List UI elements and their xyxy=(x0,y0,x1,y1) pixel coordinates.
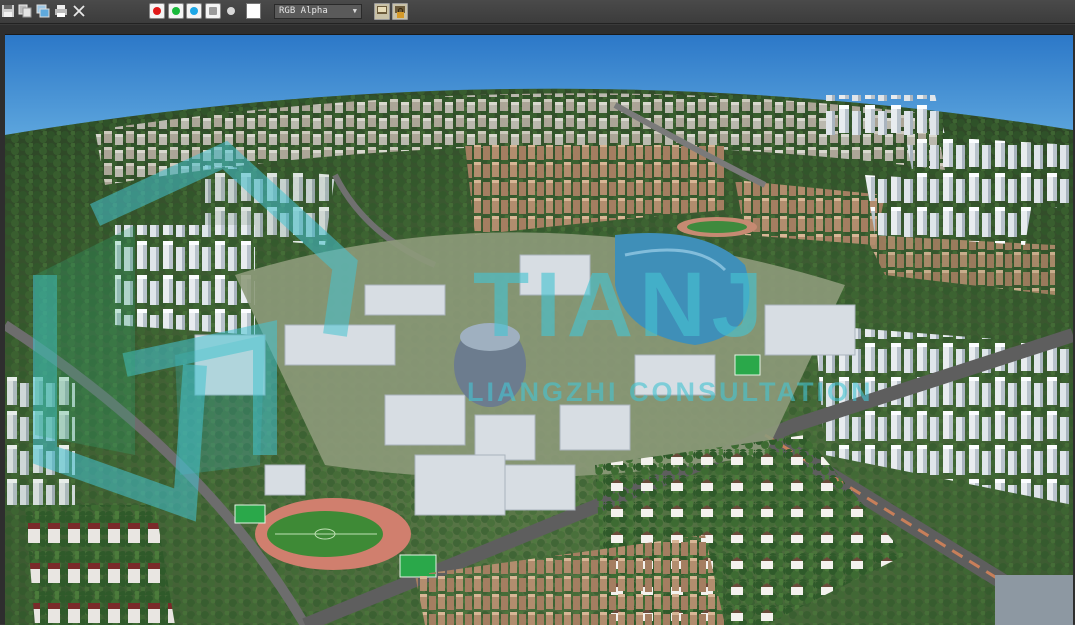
channel-display-select[interactable]: RGB Alpha ▼ xyxy=(274,4,362,19)
lock-image-icon[interactable] xyxy=(392,3,408,20)
blue-channel-toggle[interactable] xyxy=(186,3,202,19)
red-channel-icon xyxy=(153,7,161,15)
mono-channel-icon xyxy=(209,7,217,15)
green-channel-icon xyxy=(172,7,180,15)
copy-icon[interactable] xyxy=(17,3,33,19)
print-icon[interactable] xyxy=(53,3,69,19)
save-icon[interactable] xyxy=(0,3,16,19)
watermark-brand: TIANJ xyxy=(473,254,769,356)
blue-channel-icon xyxy=(190,7,198,15)
green-channel-toggle[interactable] xyxy=(168,3,184,19)
red-channel-toggle[interactable] xyxy=(149,3,165,19)
alpha-channel-dot-icon[interactable] xyxy=(227,7,235,15)
display-image-icon[interactable] xyxy=(374,3,390,20)
render-frame: TIANJ LIANGZHI CONSULTATION xyxy=(0,25,1075,625)
clone-icon[interactable] xyxy=(35,3,51,19)
render-viewport[interactable]: TIANJ LIANGZHI CONSULTATION xyxy=(5,34,1073,625)
color-swatch[interactable] xyxy=(246,3,261,19)
chevron-down-icon: ▼ xyxy=(352,7,357,15)
frame-buffer-toolbar: RGB Alpha ▼ xyxy=(0,0,1075,24)
mono-channel-toggle[interactable] xyxy=(205,3,221,19)
channel-display-value: RGB Alpha xyxy=(279,6,328,16)
watermark-subtitle: LIANGZHI CONSULTATION xyxy=(467,377,874,407)
close-icon[interactable] xyxy=(71,3,87,19)
